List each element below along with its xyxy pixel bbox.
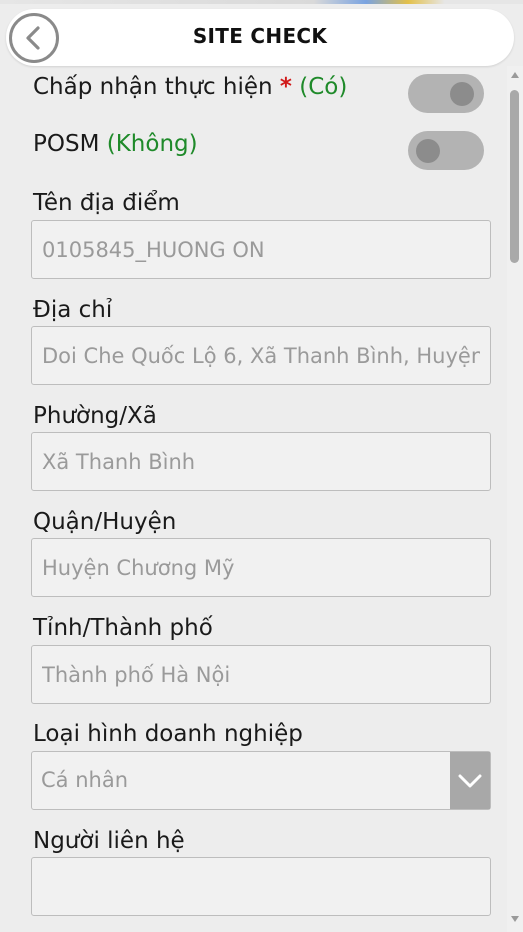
label-loai-hinh: Loại hình doanh nghiệp [33,721,303,747]
toggle-knob [450,82,474,106]
label-ten-dia-diem: Tên địa điểm [33,190,180,216]
input-ten-dia-diem[interactable] [31,220,491,279]
toggle-label-text: POSM [33,131,100,157]
input-nguoi-lien-he[interactable] [31,857,491,916]
toggle-label: POSM (Không) [33,131,198,157]
scroll-up-arrow-icon[interactable] [511,72,519,78]
select-value: Cá nhân [41,768,129,792]
chevron-down-icon [458,774,482,787]
toggle-label-text: Chấp nhận thực hiện [33,74,273,100]
scrollbar[interactable] [507,66,523,932]
label-dia-chi: Địa chỉ [33,297,113,323]
dropdown-button[interactable] [450,752,490,809]
toggle-row-posm: POSM (Không) [33,123,488,170]
select-loai-hinh[interactable]: Cá nhân [31,751,491,810]
top-status-strip [0,0,523,4]
label-tinh-thanh-pho: Tỉnh/Thành phố [33,615,213,641]
scroll-down-arrow-icon[interactable] [511,916,519,922]
page-title: SITE CHECK [192,24,328,48]
required-mark: * [279,74,292,100]
toggle-label: Chấp nhận thực hiện * (Có) [33,74,347,100]
input-dia-chi[interactable] [31,326,491,385]
input-tinh-thanh-pho[interactable] [31,645,491,704]
label-nguoi-lien-he: Người liên hệ [33,828,185,854]
toggle-posm[interactable] [408,131,484,170]
scroll-thumb[interactable] [510,90,519,263]
status-text: (Có) [299,74,348,100]
input-phuong-xa[interactable] [31,432,491,491]
toggle-row-chap-nhan: Chấp nhận thực hiện * (Có) [33,66,488,113]
header-bar: SITE CHECK [6,9,514,66]
input-quan-huyen[interactable] [31,538,491,597]
toggle-chap-nhan[interactable] [408,74,484,113]
toggle-knob [416,139,440,163]
form-content: Chấp nhận thực hiện * (Có) POSM (Không) … [0,66,507,932]
status-text: (Không) [106,131,198,157]
label-quan-huyen: Quận/Huyện [33,509,177,535]
label-phuong-xa: Phường/Xã [33,403,157,429]
